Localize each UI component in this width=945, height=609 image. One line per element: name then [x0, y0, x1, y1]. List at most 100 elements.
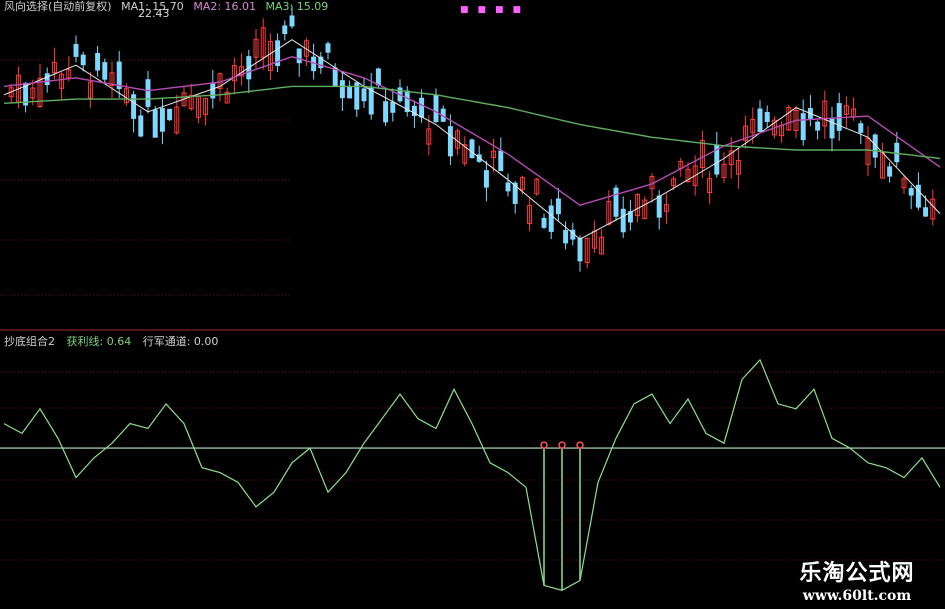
candle	[764, 105, 770, 129]
candle-body	[145, 79, 151, 107]
candle-body	[289, 15, 295, 27]
candle	[599, 229, 605, 255]
candle	[836, 92, 842, 141]
candle	[606, 190, 612, 226]
candle	[383, 87, 389, 126]
candle-body	[95, 52, 101, 71]
candle	[433, 88, 439, 123]
candle	[239, 53, 245, 86]
candle	[793, 105, 799, 139]
legend-ma2: MA2: 16.01	[193, 0, 257, 13]
candle	[829, 106, 835, 152]
candle-body	[80, 54, 86, 66]
candle	[347, 80, 353, 99]
candle	[462, 136, 468, 167]
series2-value: 行军通道: 0.00	[142, 335, 219, 348]
candle	[815, 120, 821, 140]
candle	[145, 71, 151, 114]
candle	[800, 99, 806, 146]
candle	[577, 235, 583, 272]
candle	[865, 126, 871, 177]
candle-body	[167, 108, 173, 121]
candle-body	[131, 94, 137, 119]
indicator-series[interactable]	[0, 358, 945, 591]
candle	[707, 171, 713, 204]
candle-body	[800, 113, 806, 141]
candle	[901, 176, 907, 194]
candle	[8, 84, 14, 104]
candle	[663, 193, 669, 225]
candle	[541, 213, 547, 229]
candle-body	[563, 230, 569, 244]
candle-body	[325, 43, 331, 53]
candle-body	[419, 97, 425, 118]
candle-body	[339, 80, 345, 99]
candle	[714, 131, 720, 178]
candle	[95, 46, 101, 77]
candle-body	[483, 170, 489, 188]
candle	[887, 162, 893, 183]
signal-marker	[576, 441, 584, 449]
candle-body	[433, 94, 439, 123]
watermark: 乐淘公式网 www.60lt.com	[777, 559, 937, 605]
candle	[109, 61, 115, 99]
candle-body	[138, 115, 144, 137]
candle	[390, 88, 396, 122]
candle-body	[656, 195, 662, 218]
candle-body	[923, 207, 929, 217]
candle	[858, 120, 864, 145]
candle-body	[887, 166, 893, 177]
candle	[260, 18, 266, 70]
legend-ma3: MA3: 15.09	[265, 0, 329, 13]
candle-body	[469, 139, 475, 159]
candle-body	[375, 68, 381, 86]
candle	[275, 33, 281, 73]
candle	[591, 220, 597, 253]
candle-body	[498, 150, 504, 172]
candle	[627, 199, 633, 231]
candle	[555, 188, 561, 221]
candle	[527, 197, 533, 232]
candle-body	[152, 109, 158, 138]
candle	[181, 85, 187, 107]
candle-body	[858, 123, 864, 133]
candle	[325, 41, 331, 60]
candle-body	[908, 188, 914, 196]
candle	[548, 199, 554, 240]
candle-body	[390, 101, 396, 113]
candle	[224, 87, 230, 104]
candle	[159, 98, 165, 145]
price-high-label: 22.43	[138, 7, 170, 20]
candle-body	[361, 88, 367, 102]
candle	[440, 105, 446, 123]
candle	[267, 33, 273, 81]
candle	[138, 109, 144, 138]
candle	[879, 142, 885, 179]
candle-body	[757, 108, 763, 132]
candle	[807, 95, 813, 127]
candle-body	[541, 217, 547, 228]
candle-body	[764, 111, 770, 122]
watermark-title: 乐淘公式网	[799, 560, 915, 586]
price-panel-grid	[0, 59, 290, 296]
candle	[203, 97, 209, 126]
signal-markers[interactable]	[540, 441, 584, 591]
candle-body	[505, 182, 511, 192]
signal-marker	[540, 441, 548, 449]
candle	[44, 67, 50, 93]
candle	[282, 20, 288, 41]
candle-body	[815, 121, 821, 131]
candlestick-series[interactable]	[8, 5, 936, 272]
candle-body	[383, 101, 389, 123]
indicator-name: 抄底组合2	[4, 335, 55, 348]
candle	[476, 145, 482, 163]
candle-body	[548, 205, 554, 232]
candle	[195, 95, 201, 124]
indicator-panel-legend: 抄底组合2 获利线: 0.64 行军通道: 0.00	[4, 335, 218, 348]
candle	[116, 50, 122, 98]
chart-canvas[interactable]	[0, 0, 945, 609]
candle	[102, 58, 108, 83]
candle-body	[613, 187, 619, 217]
series1-value: 获利线: 0.64	[66, 335, 132, 348]
candle	[296, 48, 302, 77]
